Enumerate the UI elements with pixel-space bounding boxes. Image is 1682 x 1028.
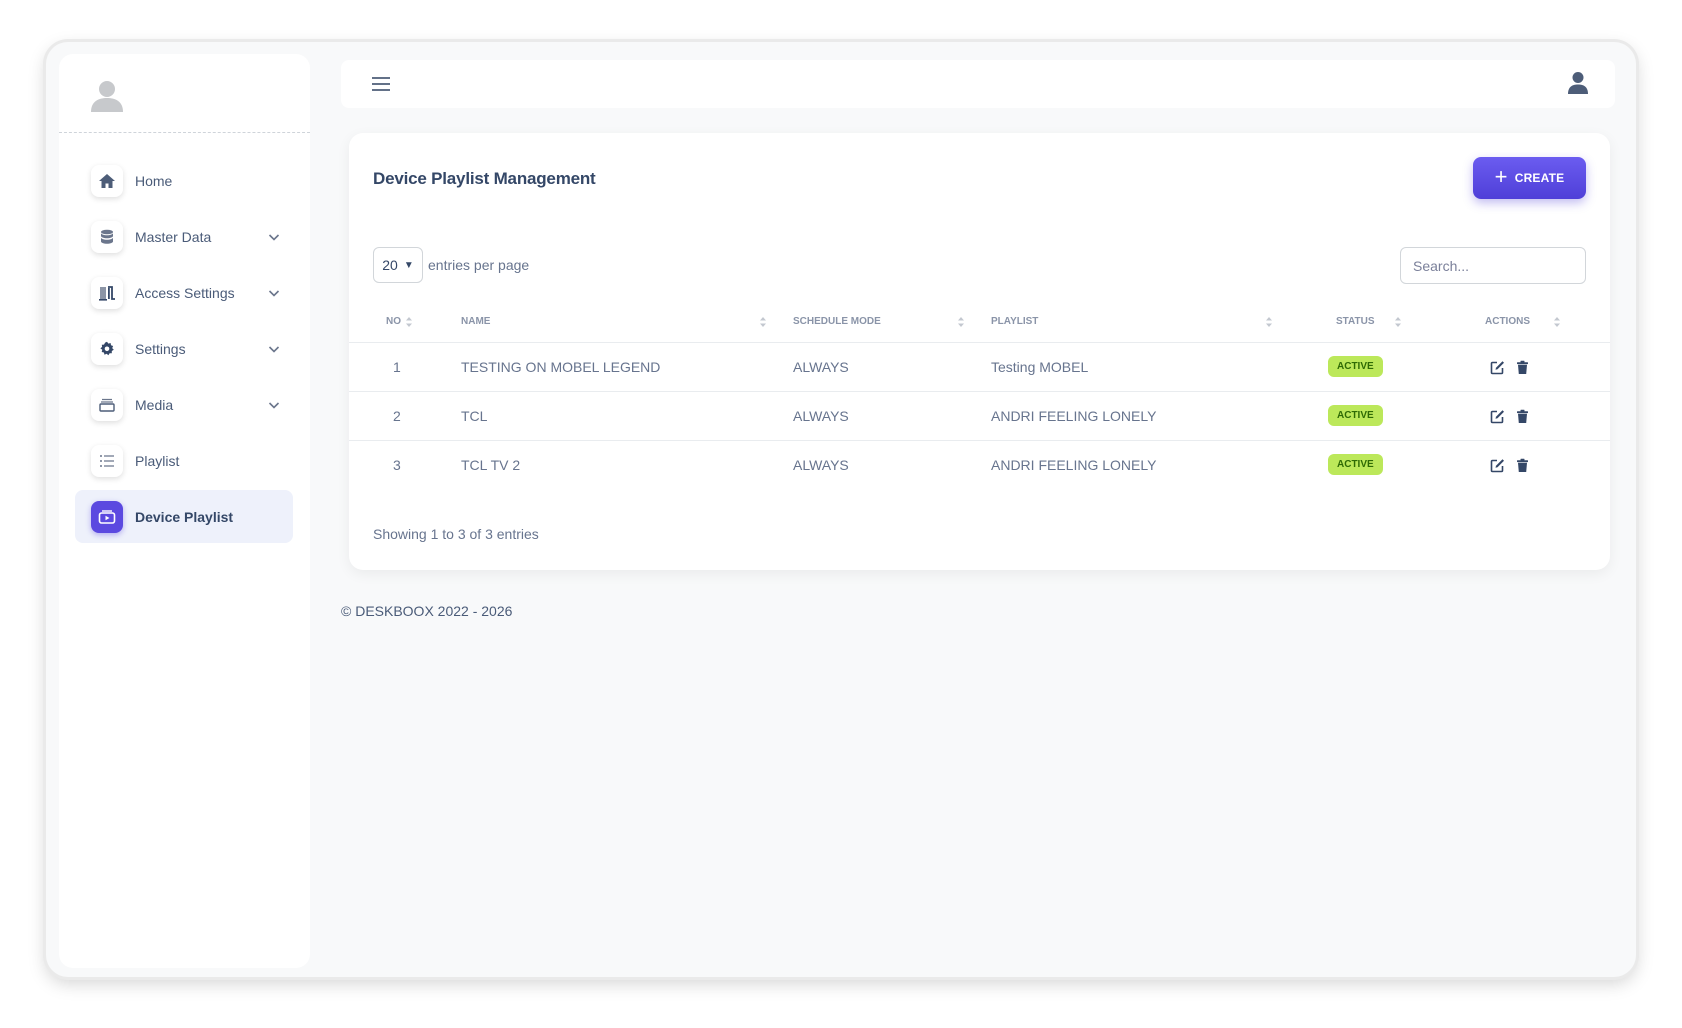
device-playlist-table: No Name Schedule Mode Playlist — [349, 302, 1610, 489]
footer-copyright: © DESKBOOX 2022 - 2026 — [341, 603, 513, 619]
sidebar-item-label: Playlist — [135, 452, 180, 469]
cell-status: ACTIVE — [1286, 342, 1442, 392]
create-button[interactable]: + CREATE — [1473, 157, 1586, 199]
chevron-down-icon: ▼ — [403, 259, 414, 271]
table-row: 3 TCL TV 2 ALWAYS ANDRI FEELING LONELY A… — [349, 440, 1610, 489]
sidebar-item-settings[interactable]: Settings — [75, 322, 293, 375]
cell-name: TCL TV 2 — [461, 456, 521, 473]
column-header-schedule-mode[interactable]: Schedule Mode — [781, 302, 979, 343]
sidebar-brand — [59, 54, 310, 133]
plus-icon: + — [1494, 164, 1508, 189]
entries-per-page-select[interactable]: 20 ▼ — [373, 247, 423, 283]
sort-icon — [406, 317, 412, 327]
trash-icon[interactable] — [1515, 458, 1530, 473]
sidebar-item-label: Media — [135, 396, 174, 413]
folder-icon — [91, 388, 123, 421]
list-icon — [91, 444, 123, 477]
create-button-label: CREATE — [1514, 171, 1565, 185]
sidebar-item-master-data[interactable]: Master Data — [75, 210, 293, 263]
sidebar-item-label: Settings — [135, 340, 186, 357]
sort-icon — [760, 317, 766, 327]
entries-per-page-value: 20 — [382, 257, 398, 273]
entries-per-page-label: entries per page — [428, 257, 530, 273]
column-header-name[interactable]: Name — [449, 302, 781, 343]
sidebar-item-label: Device Playlist — [135, 508, 234, 525]
cell-schedule-mode: ALWAYS — [781, 342, 979, 392]
status-badge: ACTIVE — [1328, 356, 1383, 377]
cell-status: ACTIVE — [1286, 391, 1442, 441]
page-title: Device Playlist Management — [373, 169, 596, 188]
cell-no: 1 — [349, 342, 449, 392]
sort-icon — [1554, 317, 1560, 327]
edit-icon[interactable] — [1490, 458, 1505, 473]
device-playlist-card: Device Playlist Management + CREATE 20 ▼… — [349, 133, 1610, 570]
home-icon — [91, 164, 123, 197]
cell-actions — [1442, 391, 1610, 441]
sort-icon — [958, 317, 964, 327]
device-playlist-icon — [91, 500, 123, 533]
trash-icon[interactable] — [1515, 409, 1530, 424]
chevron-down-icon[interactable] — [267, 398, 281, 412]
sidebar-item-playlist[interactable]: Playlist — [75, 434, 293, 487]
status-badge: ACTIVE — [1328, 454, 1383, 476]
column-header-actions[interactable]: Actions — [1442, 302, 1610, 343]
sort-icon — [1266, 317, 1272, 327]
cell-name: TCL — [449, 391, 781, 441]
topbar — [341, 60, 1615, 108]
edit-icon[interactable] — [1490, 360, 1505, 375]
cell-no: 3 — [393, 456, 401, 473]
trash-icon[interactable] — [1515, 360, 1530, 375]
app-window: Home Master Data Access Settings Setting… — [46, 42, 1636, 977]
sidebar-item-label: Master Data — [135, 228, 212, 245]
pagination-info: Showing 1 to 3 of 3 entries — [373, 526, 539, 542]
user-icon[interactable] — [1567, 71, 1589, 95]
database-icon — [91, 220, 123, 253]
cell-playlist: ANDRI FEELING LONELY — [991, 456, 1157, 473]
cell-playlist: Testing MOBEL — [979, 342, 1286, 392]
menu-icon[interactable] — [371, 76, 391, 92]
cell-playlist: ANDRI FEELING LONELY — [979, 391, 1286, 441]
edit-icon[interactable] — [1490, 409, 1505, 424]
table-row: 2 TCL ALWAYS ANDRI FEELING LONELY ACTIVE — [349, 391, 1610, 441]
column-header-playlist[interactable]: Playlist — [979, 302, 1286, 343]
cell-no: 2 — [349, 391, 449, 441]
table-row: 1 TESTING ON MOBEL LEGEND ALWAYS Testing… — [349, 342, 1610, 392]
sidebar: Home Master Data Access Settings Setting… — [59, 54, 310, 968]
building-icon — [91, 276, 123, 309]
sidebar-item-device-playlist[interactable]: Device Playlist — [75, 490, 293, 543]
cell-actions — [1442, 440, 1610, 489]
table-header-row: No Name Schedule Mode Playlist — [349, 302, 1610, 343]
sidebar-item-media[interactable]: Media — [75, 378, 293, 431]
sort-icon — [1395, 317, 1401, 327]
search-input[interactable] — [1400, 247, 1586, 284]
sidebar-item-access-settings[interactable]: Access Settings — [75, 266, 293, 319]
user-avatar-icon[interactable] — [89, 80, 125, 112]
status-badge: ACTIVE — [1328, 405, 1383, 426]
sidebar-item-label: Home — [135, 172, 173, 189]
cell-status: ACTIVE — [1286, 440, 1442, 489]
chevron-down-icon[interactable] — [267, 230, 281, 244]
cell-schedule-mode: ALWAYS — [793, 456, 849, 473]
sidebar-item-home[interactable]: Home — [75, 154, 293, 207]
cell-actions — [1442, 342, 1610, 392]
column-header-no[interactable]: No — [349, 302, 449, 343]
entries-control: 20 ▼ entries per page — [373, 247, 529, 283]
chevron-down-icon[interactable] — [267, 286, 281, 300]
gear-icon — [91, 332, 123, 365]
chevron-down-icon[interactable] — [267, 342, 281, 356]
column-header-status[interactable]: Status — [1286, 302, 1442, 343]
cell-schedule-mode: ALWAYS — [781, 391, 979, 441]
cell-name: TESTING ON MOBEL LEGEND — [449, 342, 781, 392]
sidebar-nav: Home Master Data Access Settings Setting… — [75, 154, 293, 546]
sidebar-item-label: Access Settings — [135, 284, 235, 301]
